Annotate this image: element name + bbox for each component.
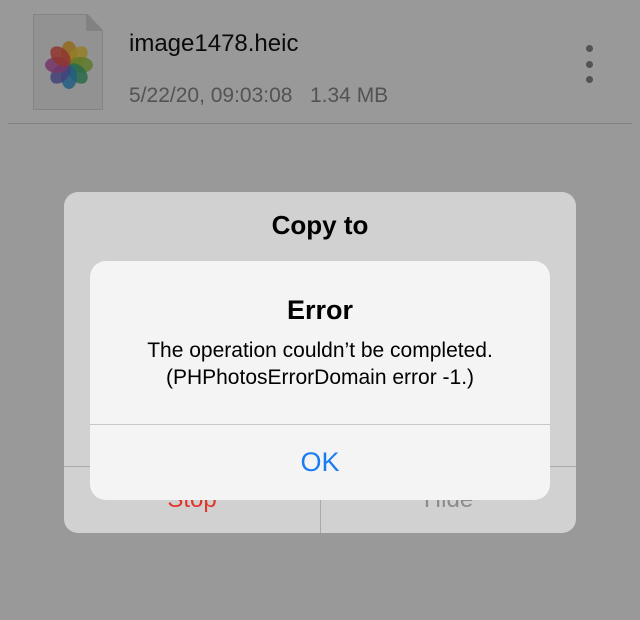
error-message: The operation couldn’t be completed. (PH… bbox=[100, 337, 540, 391]
error-title: Error bbox=[286, 295, 354, 325]
copy-dialog-title: Copy to bbox=[271, 210, 369, 240]
screen: image1478.heic 5/22/20, 09:03:08 1.34 MB… bbox=[0, 0, 640, 620]
ok-button[interactable]: OK bbox=[90, 425, 550, 500]
error-message-line: (PHPhotosErrorDomain error -1.) bbox=[165, 366, 475, 389]
error-message-line: The operation couldn’t be completed. bbox=[147, 339, 493, 362]
error-alert: Error The operation couldn’t be complete… bbox=[90, 261, 550, 500]
